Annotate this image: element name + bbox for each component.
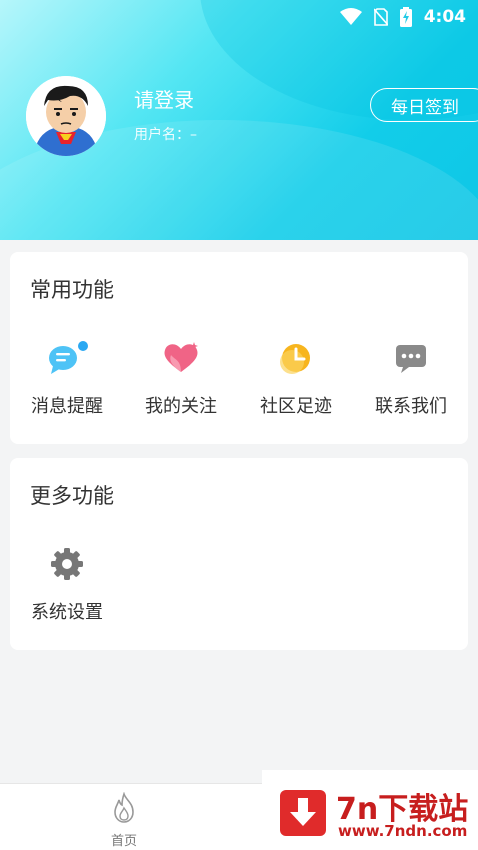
chat-icon	[396, 345, 426, 373]
watermark-7n: 7n下载站 www.7ndn.com	[262, 770, 478, 850]
avatar-cartoon-image	[26, 76, 106, 156]
flame-icon	[114, 791, 134, 823]
wifi-icon	[339, 8, 362, 25]
status-bar: 4:04	[0, 0, 478, 34]
watermark-url: www.7ndn.com	[338, 822, 468, 840]
username-label: 用户名：–	[134, 127, 197, 143]
func-contact-us[interactable]: 联系我们	[354, 338, 468, 418]
tab-home-label: 首页	[110, 834, 137, 849]
message-icon	[49, 341, 88, 374]
func-message-reminder[interactable]: 消息提醒	[10, 338, 124, 418]
func-message-reminder-label: 消息提醒	[31, 396, 103, 417]
common-functions-title: 常用功能	[30, 278, 114, 302]
clock-icon	[280, 344, 310, 374]
profile-header: 4:04 请登录 用户名：– 每日签到	[0, 0, 478, 240]
avatar[interactable]	[26, 76, 106, 156]
login-prompt[interactable]: 请登录	[134, 84, 194, 113]
status-time: 4:04	[423, 7, 466, 27]
func-community-footprint[interactable]: 社区足迹	[239, 338, 353, 418]
daily-checkin-button[interactable]: 每日签到	[370, 88, 478, 122]
more-functions-title: 更多功能	[30, 484, 114, 508]
func-my-follows-label: 我的关注	[145, 396, 217, 417]
no-sim-icon	[373, 8, 388, 26]
battery-charging-icon	[399, 7, 412, 27]
func-system-settings-label: 系统设置	[31, 602, 103, 623]
tab-home[interactable]: 首页	[94, 791, 154, 849]
func-system-settings[interactable]: 系统设置	[10, 544, 124, 624]
common-functions-card: 常用功能 消息提醒 我的关注 社区足迹 联系我们	[10, 252, 468, 444]
func-contact-us-label: 联系我们	[375, 396, 447, 417]
func-my-follows[interactable]: 我的关注	[124, 338, 238, 418]
download-arrow-icon	[280, 790, 326, 836]
more-functions-card: 更多功能 系统设置	[10, 458, 468, 650]
heart-icon	[164, 342, 198, 372]
daily-checkin-label: 每日签到	[391, 97, 459, 118]
gear-icon	[51, 548, 83, 580]
func-community-footprint-label: 社区足迹	[260, 396, 332, 417]
